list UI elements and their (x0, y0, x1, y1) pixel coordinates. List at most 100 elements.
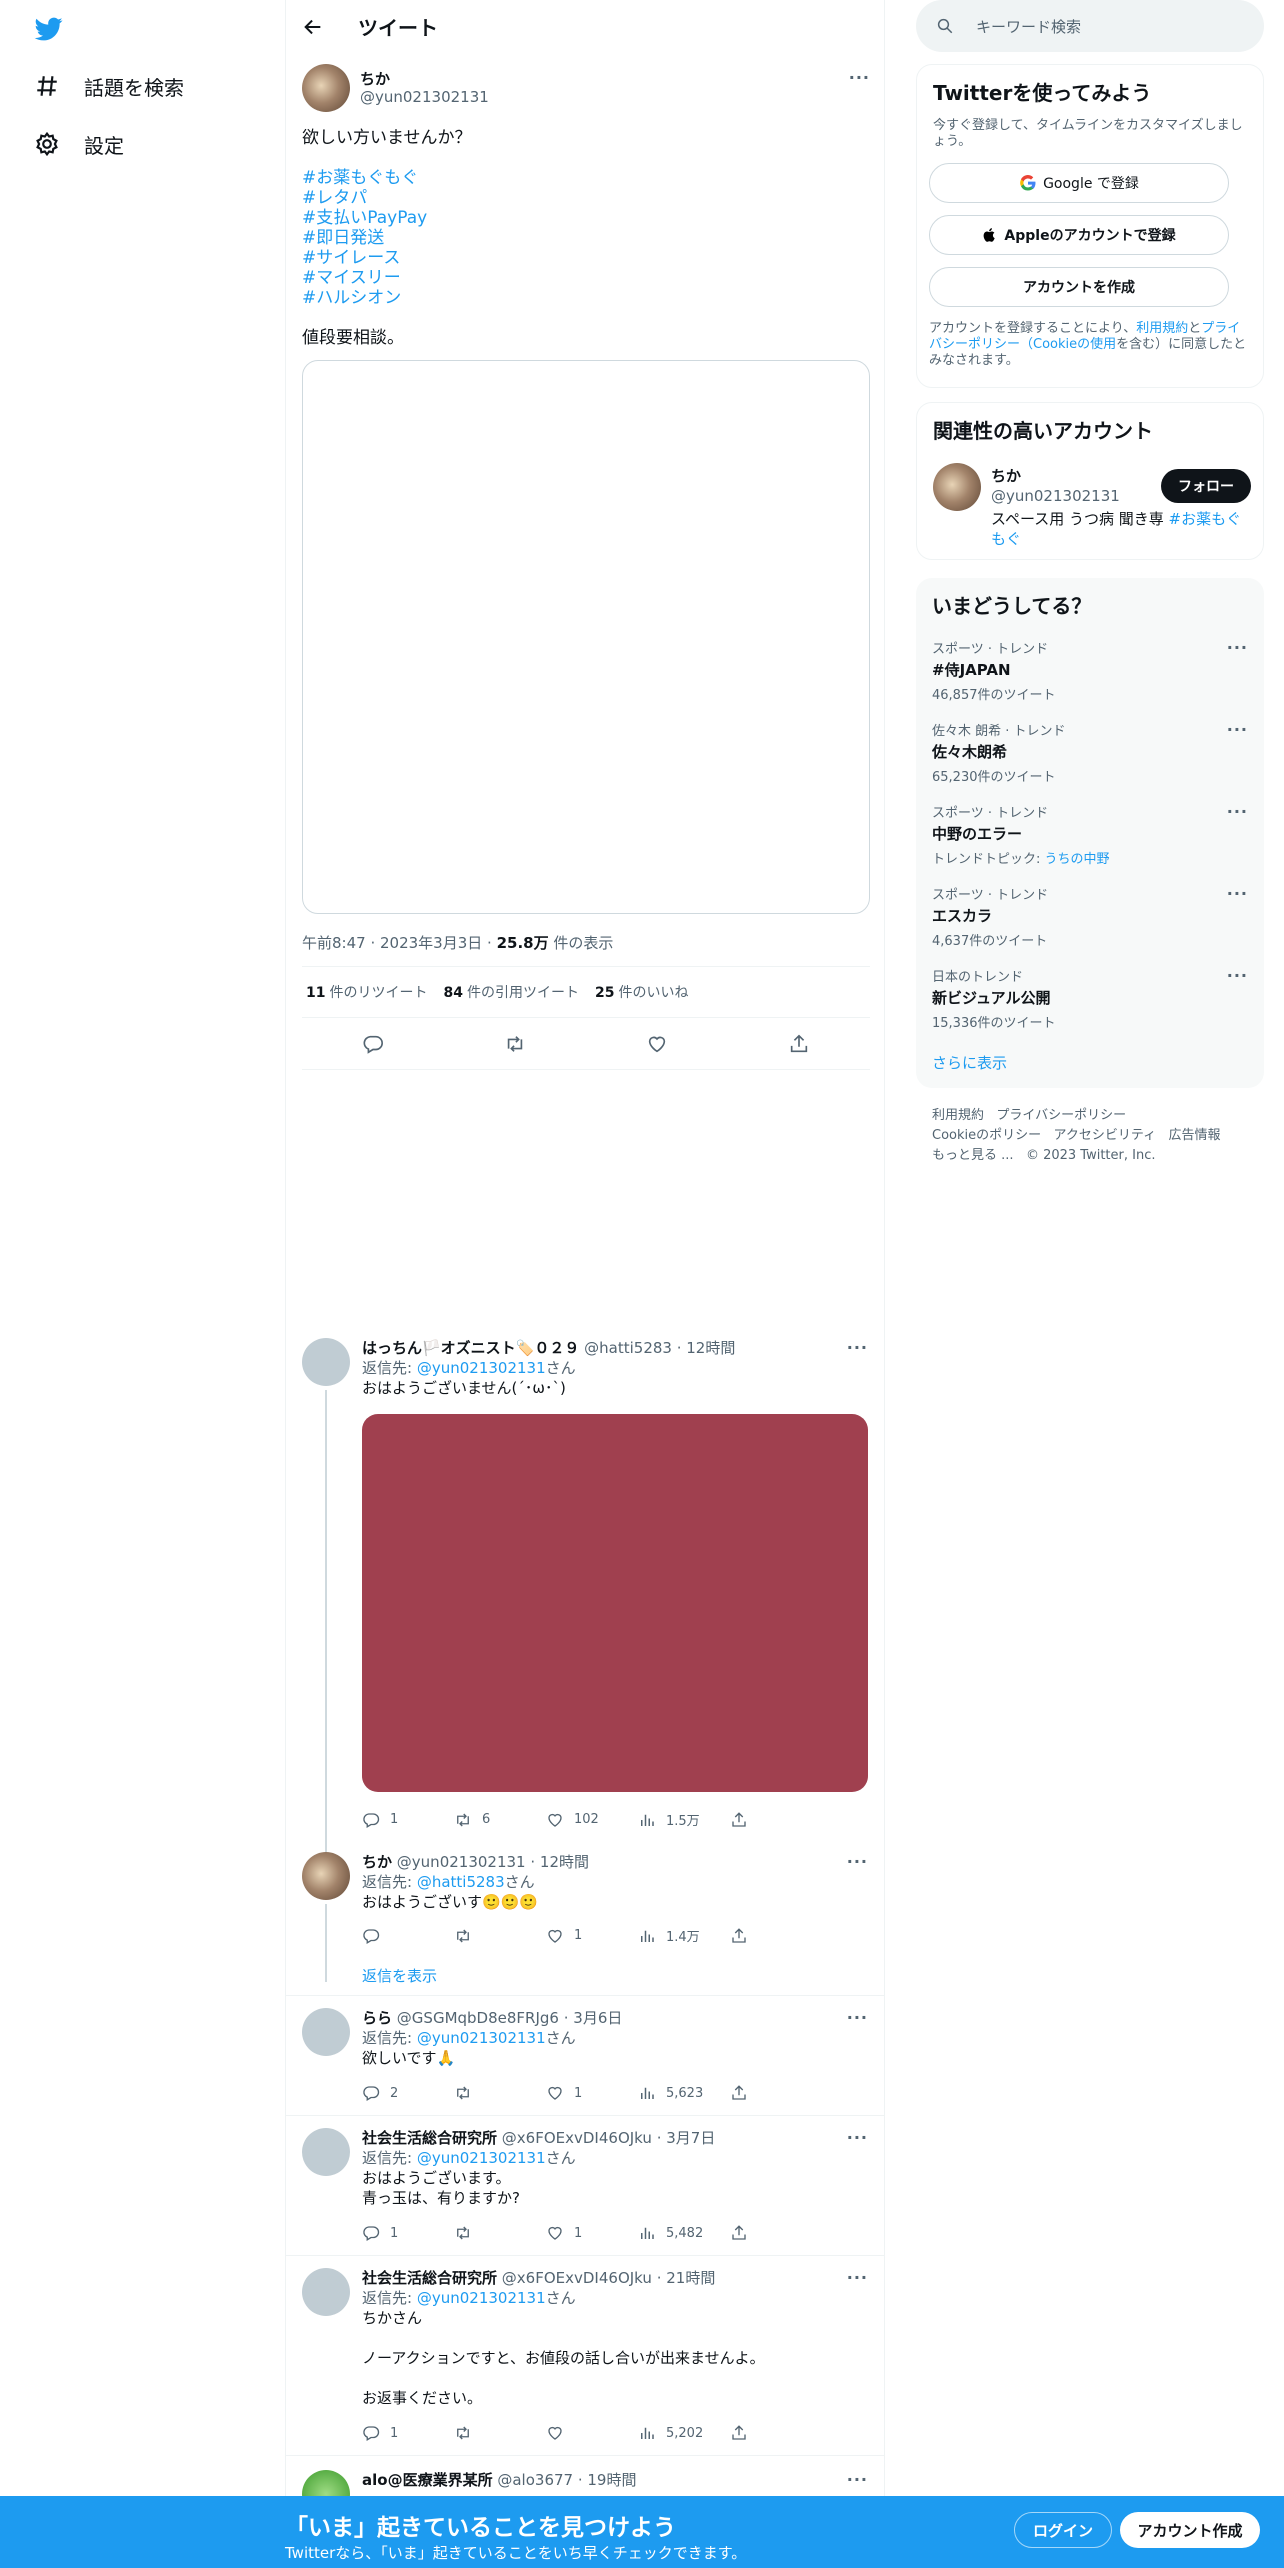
avatar[interactable] (302, 2268, 350, 2316)
retweet-button[interactable]: 6 (454, 1810, 546, 1829)
share-button[interactable] (730, 2224, 770, 2242)
share-icon[interactable] (788, 1033, 810, 1055)
retweet-button[interactable] (454, 2424, 546, 2442)
reply-to-link[interactable]: @yun021302131 (417, 2149, 546, 2167)
share-button[interactable] (730, 2084, 770, 2102)
avatar[interactable] (933, 463, 981, 511)
footer-privacy-link[interactable]: プライバシーポリシー (996, 1108, 1126, 1123)
views-button[interactable]: 5,623 (638, 2084, 730, 2102)
reply-author-name[interactable]: 社会生活総合研究所 (362, 2129, 497, 2147)
reply-author-handle[interactable]: @yun021302131 (397, 1853, 526, 1871)
hashtag-link[interactable]: #マイスリー (302, 268, 870, 288)
share-button[interactable] (730, 1810, 770, 1829)
reply-time[interactable]: 19時間 (587, 2471, 636, 2489)
media-placeholder[interactable] (302, 360, 870, 914)
share-button[interactable] (730, 1926, 770, 1945)
avatar[interactable] (302, 2008, 350, 2056)
reply-button[interactable]: 1 (362, 2224, 454, 2242)
more-options-icon[interactable]: ··· (1227, 802, 1248, 821)
more-options-icon[interactable]: ··· (1227, 884, 1248, 903)
reply-author-name[interactable]: はっちん🏳️オズニスト🏷️０２９ (362, 1339, 579, 1357)
footer-accessibility-link[interactable]: アクセシビリティ (1054, 1128, 1157, 1143)
apple-signup-button[interactable]: Appleのアカウントで登録 (929, 215, 1229, 255)
share-button[interactable] (730, 2424, 770, 2442)
signup-button[interactable]: アカウント作成 (1120, 2512, 1260, 2548)
reply-media[interactable] (362, 1414, 868, 1792)
nav-settings[interactable]: 設定 (34, 120, 124, 168)
quote-stat[interactable]: 84 件の引用ツイート (443, 982, 578, 1002)
reply-to-link[interactable]: @hatti5283 (417, 1873, 505, 1891)
twitter-logo-icon[interactable] (33, 15, 65, 43)
login-button[interactable]: ログイン (1014, 2512, 1112, 2548)
reply-author-handle[interactable]: @x6FOExvDI46OJku (502, 2129, 652, 2147)
reply-time[interactable]: 12時間 (540, 1853, 589, 1871)
avatar[interactable] (302, 2128, 350, 2176)
google-signup-button[interactable]: Google で登録 (929, 163, 1229, 203)
like-button[interactable]: 1 (546, 2224, 638, 2242)
like-icon[interactable] (646, 1033, 668, 1055)
avatar[interactable] (302, 1338, 350, 1386)
reply-author-name[interactable]: 社会生活総合研究所 (362, 2269, 497, 2287)
author-name[interactable]: ちか (360, 68, 390, 89)
reply-time[interactable]: 21時間 (666, 2269, 715, 2287)
retweet-button[interactable] (454, 2084, 546, 2102)
views-button[interactable]: 5,482 (638, 2224, 730, 2242)
reply-time[interactable]: 3月6日 (573, 2009, 622, 2027)
retweet-button[interactable] (454, 2224, 546, 2242)
like-button[interactable]: 1 (546, 1926, 638, 1945)
related-handle[interactable]: @yun021302131 (991, 487, 1120, 505)
show-replies-link[interactable]: 返信を表示 (362, 1966, 868, 1986)
back-arrow-icon[interactable] (302, 16, 324, 38)
reply-author-name[interactable]: alo@医療業界某所 (362, 2471, 493, 2489)
reply-tweet[interactable]: ··· ちか @yun021302131 · 12時間 返信先: @hatti5… (286, 1852, 884, 1996)
hashtag-link[interactable]: #ハルシオン (302, 288, 870, 308)
retweet-button[interactable] (454, 1926, 546, 1945)
views-button[interactable]: 1.4万 (638, 1926, 730, 1945)
reply-to-link[interactable]: @yun021302131 (417, 2289, 546, 2307)
reply-tweet[interactable]: ··· らら @GSGMqbD8e8FRJg6 · 3月6日 返信先: @yun… (286, 2008, 884, 2116)
reply-time[interactable]: 3月7日 (666, 2129, 715, 2147)
more-options-icon[interactable]: ··· (1227, 966, 1248, 985)
views-button[interactable]: 5,202 (638, 2424, 730, 2442)
reply-button[interactable]: 1 (362, 2424, 454, 2442)
hashtag-link[interactable]: #お薬もぐもぐ (302, 168, 870, 188)
avatar[interactable] (302, 1852, 350, 1900)
footer-ads-link[interactable]: 広告情報 (1169, 1128, 1221, 1143)
tweet-date[interactable]: 2023年3月3日 (380, 934, 482, 952)
reply-button[interactable] (362, 1926, 454, 1945)
reply-icon[interactable] (362, 1033, 384, 1055)
nav-explore[interactable]: 話題を検索 (34, 62, 184, 110)
like-stat[interactable]: 25 件のいいね (595, 982, 688, 1002)
like-button[interactable]: 102 (546, 1810, 638, 1829)
reply-tweet[interactable]: ··· 社会生活総合研究所 @x6FOExvDI46OJku · 3月7日 返信… (286, 2128, 884, 2256)
reply-to-link[interactable]: @yun021302131 (417, 2029, 546, 2047)
reply-tweet[interactable]: ··· 社会生活総合研究所 @x6FOExvDI46OJku · 21時間 返信… (286, 2268, 884, 2456)
reply-author-name[interactable]: ちか (362, 1853, 392, 1871)
footer-cookie-link[interactable]: Cookieのポリシー (932, 1128, 1041, 1143)
tweet-time[interactable]: 午前8:47 (302, 934, 366, 952)
like-button[interactable] (546, 2424, 638, 2442)
reply-author-handle[interactable]: @alo3677 (497, 2471, 573, 2489)
footer-more-link[interactable]: もっと見る ... (932, 1148, 1014, 1163)
reply-author-handle[interactable]: @hatti5283 (584, 1339, 672, 1357)
reply-tweet[interactable]: ··· はっちん🏳️オズニスト🏷️０２９ @hatti5283 · 12時間 返… (286, 1338, 884, 1872)
hashtag-link[interactable]: #即日発送 (302, 228, 870, 248)
retweet-stat[interactable]: 11 件のリツイート (306, 982, 427, 1002)
trend-item[interactable]: 佐々木 朗希 · トレンド 佐々木朗希 65,230件のツイート ··· (932, 720, 1248, 785)
trend-item[interactable]: スポーツ · トレンド エスカラ 4,637件のツイート ··· (932, 884, 1248, 949)
trend-item[interactable]: スポーツ · トレンド #侍JAPAN 46,857件のツイート ··· (932, 638, 1248, 703)
reply-time[interactable]: 12時間 (686, 1339, 735, 1357)
trend-topic-link[interactable]: うちの中野 (1045, 852, 1110, 867)
views-button[interactable]: 1.5万 (638, 1810, 730, 1829)
trend-item[interactable]: スポーツ · トレンド 中野のエラー トレンドトピック: うちの中野 ··· (932, 802, 1248, 867)
more-options-icon[interactable]: ··· (1227, 638, 1248, 657)
like-button[interactable]: 1 (546, 2084, 638, 2102)
hashtag-link[interactable]: #支払いPayPay (302, 208, 870, 228)
trend-item[interactable]: 日本のトレンド 新ビジュアル公開 15,336件のツイート ··· (932, 966, 1248, 1031)
terms-link[interactable]: 利用規約 (1136, 321, 1188, 336)
follow-button[interactable]: フォロー (1161, 469, 1251, 503)
related-name[interactable]: ちか (991, 465, 1021, 486)
create-account-button[interactable]: アカウントを作成 (929, 267, 1229, 307)
avatar[interactable] (302, 64, 350, 112)
reply-to-link[interactable]: @yun021302131 (417, 1359, 546, 1377)
